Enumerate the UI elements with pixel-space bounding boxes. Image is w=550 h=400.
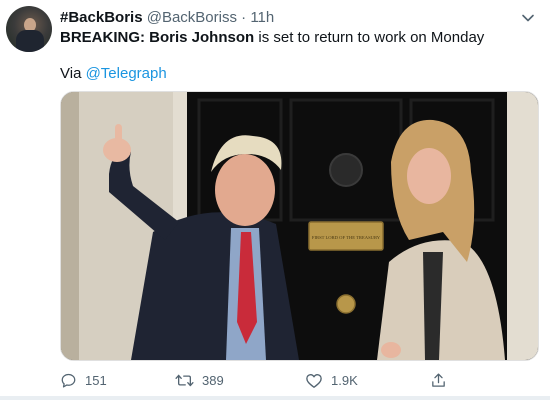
like-action[interactable]: 1.9K	[305, 372, 430, 389]
via-label: Via	[60, 65, 86, 82]
display-name[interactable]: #BackBoris	[60, 9, 143, 26]
tweet-line-1: BREAKING: Boris Johnson is set to return…	[60, 28, 538, 48]
bottom-divider	[0, 396, 550, 400]
user-handle[interactable]: @BackBoriss	[147, 9, 237, 26]
woman-face	[407, 148, 451, 204]
text-bold-name: Boris Johnson	[149, 29, 255, 46]
mention-link[interactable]: @Telegraph	[86, 65, 167, 82]
tweet-card[interactable]: #BackBoris @BackBoriss · 11h BREAKING: B…	[0, 0, 550, 400]
reply-action[interactable]: 151	[60, 372, 175, 389]
wall-pillar-left	[61, 92, 79, 360]
like-icon[interactable]	[305, 372, 323, 389]
retweet-count: 389	[202, 372, 224, 388]
woman-hand	[381, 342, 401, 358]
tweet-header: #BackBoris @BackBoriss · 11h	[60, 8, 510, 28]
door-handle	[336, 294, 356, 314]
reply-icon[interactable]	[60, 372, 77, 389]
door-knocker	[329, 153, 363, 187]
tweet-photo[interactable]: FIRST LORD OF THE TREASURY	[60, 91, 539, 361]
retweet-action[interactable]: 389	[175, 372, 305, 389]
share-icon[interactable]	[430, 372, 447, 389]
chevron-down-icon[interactable]	[520, 10, 536, 26]
timestamp[interactable]: 11h	[250, 9, 274, 26]
text-rest: is set to return to work on Monday	[254, 29, 485, 46]
tweet-text: BREAKING: Boris Johnson is set to return…	[60, 28, 538, 84]
man-head	[215, 154, 275, 226]
like-count: 1.9K	[331, 372, 358, 388]
text-prefix: BREAKING:	[60, 29, 150, 46]
reply-count: 151	[85, 372, 107, 388]
door-column-right	[507, 92, 538, 360]
retweet-icon[interactable]	[175, 372, 194, 389]
tweet-line-2: Via @Telegraph	[60, 64, 538, 84]
share-action[interactable]	[430, 372, 447, 389]
man-thumb	[115, 124, 122, 142]
plaque-text: FIRST LORD OF THE TREASURY	[312, 235, 381, 240]
man-suit	[131, 212, 299, 360]
photo-illustration: FIRST LORD OF THE TREASURY	[61, 92, 538, 360]
avatar[interactable]	[6, 6, 52, 52]
tweet-actions: 151 389 1.9K	[60, 370, 490, 390]
text-spacer	[60, 48, 538, 64]
avatar-body	[16, 30, 44, 52]
separator-dot: ·	[241, 9, 247, 26]
